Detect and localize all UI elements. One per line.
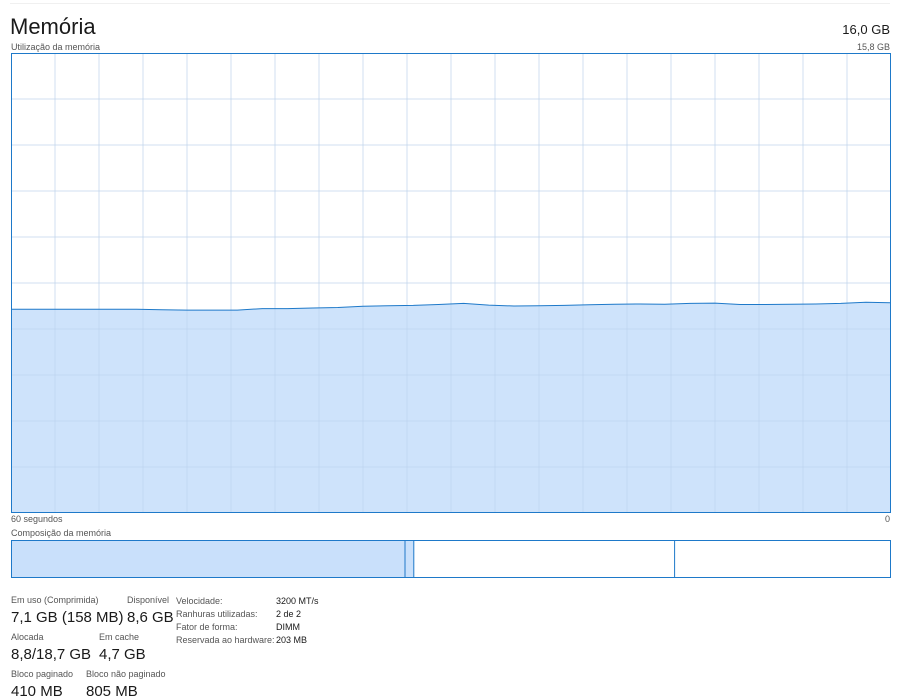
composition-segment-modificada[interactable]	[405, 540, 414, 578]
detail-form-factor: Fator de forma: DIMM	[176, 621, 319, 634]
detail-slots-label: Ranhuras utilizadas:	[176, 609, 258, 619]
stat-cached: Em cache 4,7 GB	[99, 632, 146, 664]
memory-usage-graph[interactable]	[11, 53, 891, 513]
stat-available: Disponível 8,6 GB	[127, 595, 174, 627]
detail-speed: Velocidade: 3200 MT/s	[176, 595, 319, 608]
stat-available-label: Disponível	[127, 595, 170, 605]
stat-in-use: Em uso (Comprimida) 7,1 GB (158 MB)	[11, 595, 124, 627]
graph-axis-start: 60 segundos	[11, 514, 63, 524]
stat-committed-label: Alocada	[11, 632, 44, 642]
stat-committed: Alocada 8,8/18,7 GB	[11, 632, 91, 664]
detail-slots: Ranhuras utilizadas: 2 de 2	[176, 608, 319, 621]
stat-cached-value: 4,7 GB	[99, 646, 146, 663]
detail-speed-label: Velocidade:	[176, 596, 223, 606]
stat-committed-value: 8,8/18,7 GB	[11, 646, 92, 663]
stat-nonpaged-pool-value: 805 MB	[86, 683, 138, 699]
page-title: Memória	[10, 14, 96, 39]
composition-label: Composição da memória	[11, 528, 112, 538]
detail-form-factor-label: Fator de forma:	[176, 622, 238, 632]
composition-segment-em-espera[interactable]	[413, 540, 675, 578]
top-divider	[10, 3, 890, 4]
stat-in-use-label: Em uso (Comprimida)	[11, 595, 99, 605]
detail-slots-value: 2 de 2	[276, 609, 302, 619]
detail-hw-reserved: Reservada ao hardware: 203 MB	[176, 634, 319, 647]
graph-axis-end: 0	[884, 514, 890, 524]
stat-nonpaged-pool-label: Bloco não paginado	[86, 669, 166, 679]
stat-paged-pool: Bloco paginado 410 MB	[11, 669, 73, 699]
stat-paged-pool-label: Bloco paginado	[11, 669, 74, 679]
stat-nonpaged-pool: Bloco não paginado 805 MB	[86, 669, 166, 699]
detail-speed-value: 3200 MT/s	[276, 596, 319, 606]
memory-composition-bar[interactable]	[11, 540, 891, 578]
usage-graph-label: Utilização da memória	[11, 42, 101, 52]
stat-paged-pool-value: 410 MB	[11, 683, 63, 699]
hardware-details: Velocidade: 3200 MT/s Ranhuras utilizada…	[176, 595, 319, 647]
stat-cached-label: Em cache	[99, 632, 140, 642]
memory-panel: Memória 16,0 GB Utilização da memória 15…	[0, 0, 898, 699]
memory-usage-chart	[11, 53, 891, 513]
detail-hw-reserved-value: 203 MB	[276, 635, 308, 645]
memory-composition-chart	[11, 540, 891, 578]
detail-form-factor-value: DIMM	[276, 622, 300, 632]
composition-segment-em-uso[interactable]	[11, 540, 405, 578]
composition-segment-livre[interactable]	[674, 540, 891, 578]
stat-in-use-value: 7,1 GB (158 MB)	[11, 609, 124, 626]
detail-hw-reserved-label: Reservada ao hardware:	[176, 635, 275, 645]
stat-available-value: 8,6 GB	[127, 609, 174, 626]
usage-graph-max: 15,8 GB	[856, 42, 890, 52]
total-memory: 16,0 GB	[842, 22, 890, 37]
